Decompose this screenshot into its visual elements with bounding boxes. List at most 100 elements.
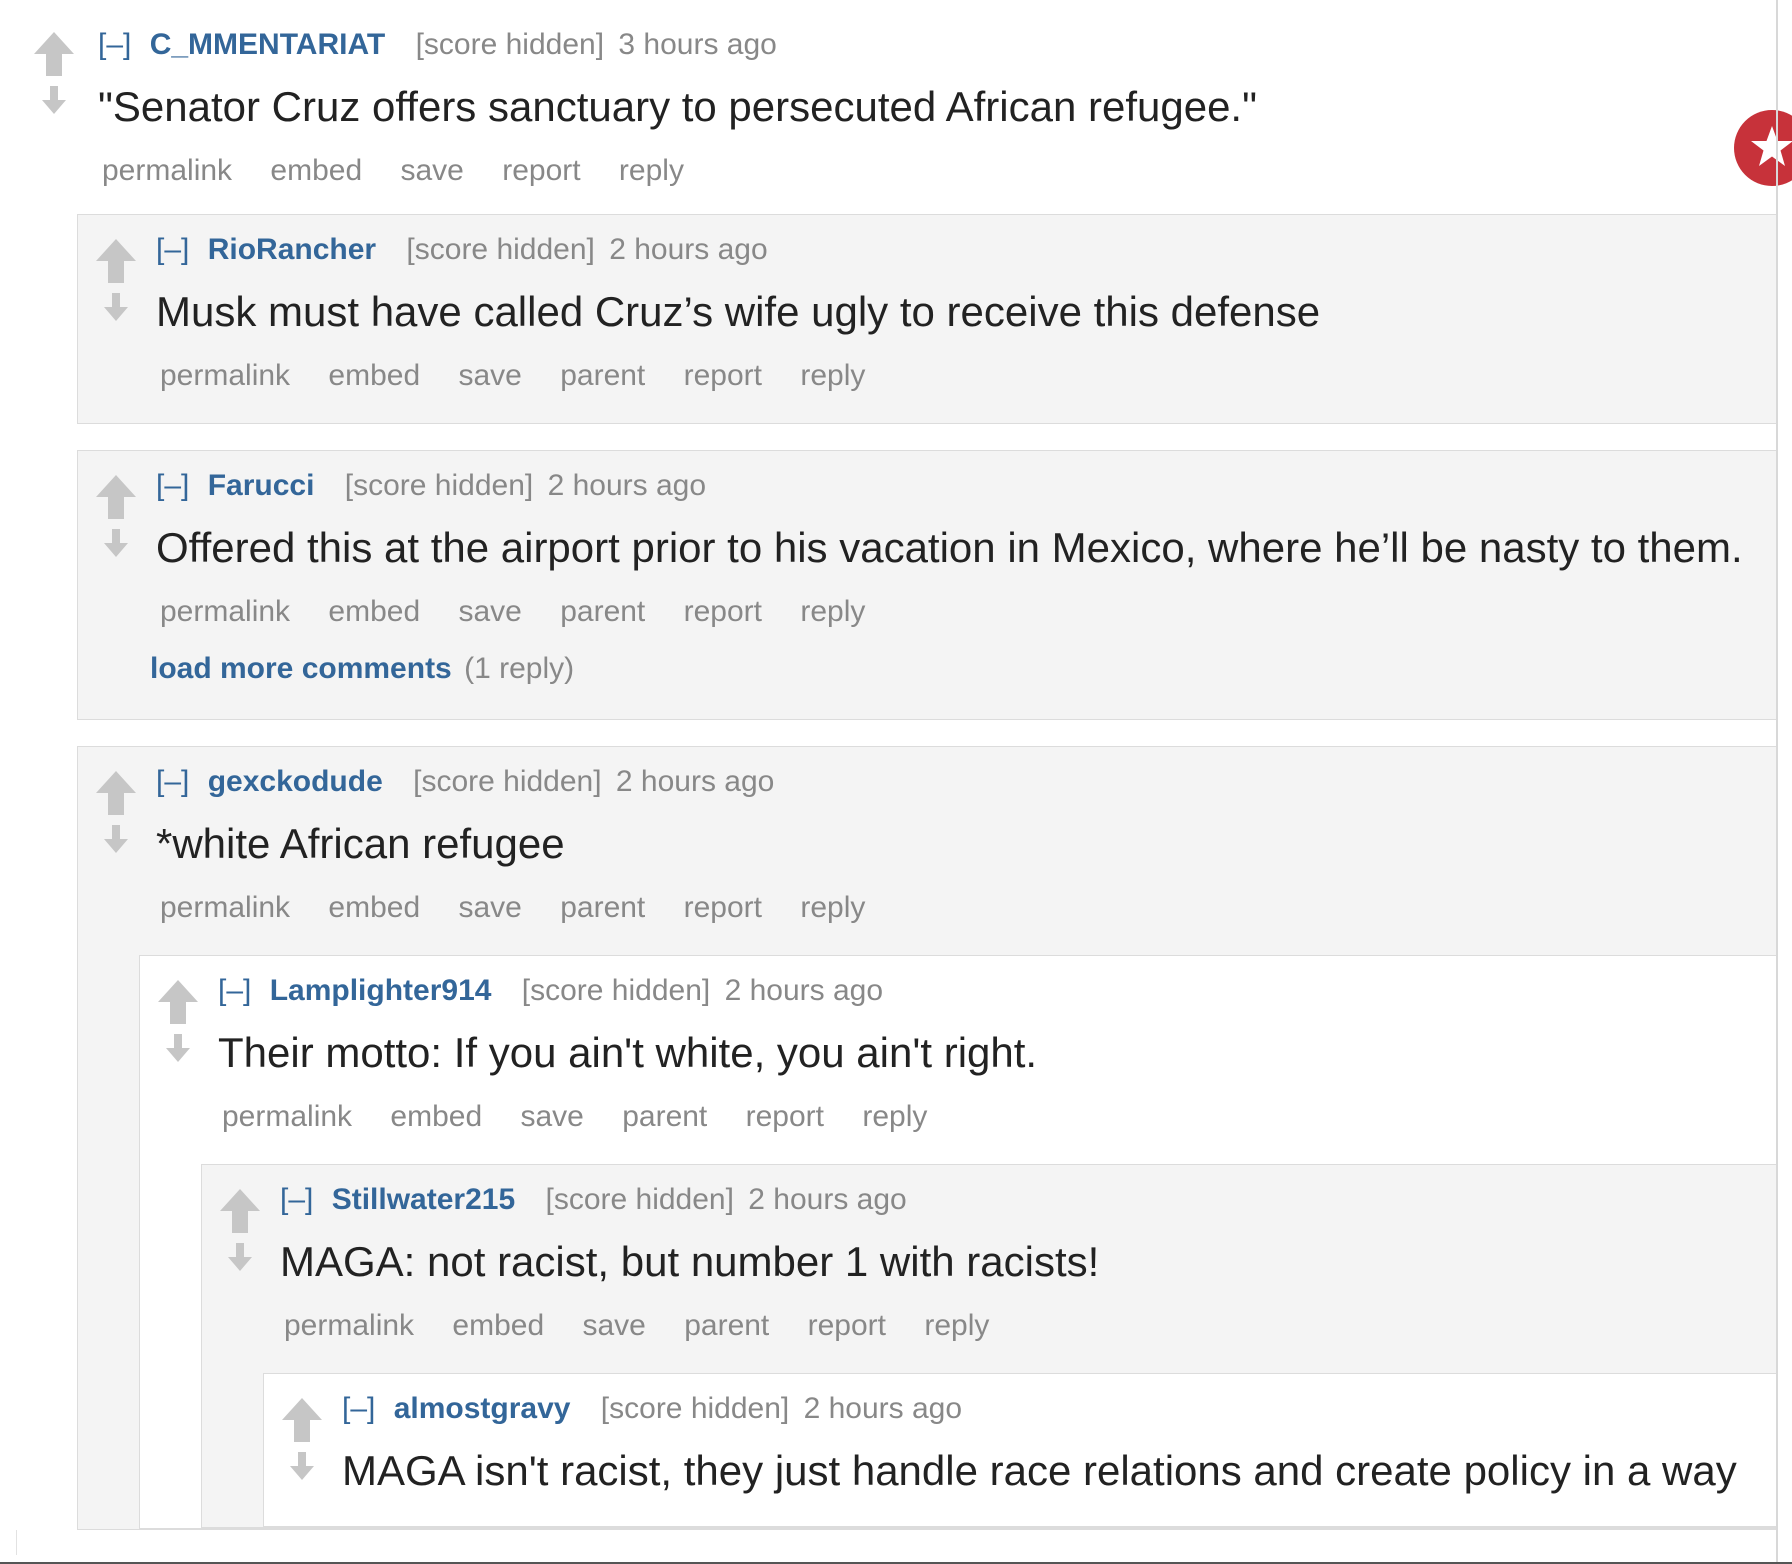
comment-time: 2 hours ago — [547, 469, 707, 502]
comment-entry: [–] Lamplighter914 [score hidden] 2 hour… — [140, 956, 1776, 1164]
upvote-arrow-icon[interactable] — [94, 769, 138, 817]
load-more-comments-link[interactable]: load more comments — [150, 652, 452, 685]
downvote-arrow-icon[interactable] — [40, 84, 68, 116]
comment-author[interactable]: Farucci — [208, 469, 315, 502]
comment-body: MAGA isn't racist, they just handle race… — [342, 1447, 1737, 1494]
comment-time: 2 hours ago — [748, 1183, 907, 1216]
comment-time: 2 hours ago — [609, 233, 768, 266]
comment-tagline: [–] almostgravy [score hidden] 2 hours a… — [342, 1388, 1756, 1430]
permalink-link[interactable]: permalink — [160, 595, 290, 628]
permalink-link[interactable]: permalink — [102, 154, 232, 187]
reply-link[interactable]: reply — [924, 1309, 989, 1342]
comment-entry: [–] almostgravy [score hidden] 2 hours a… — [264, 1374, 1776, 1526]
downvote-arrow-icon[interactable] — [288, 1450, 316, 1482]
comment-actions: permalink embed save parent report reply — [218, 1096, 1756, 1138]
upvote-arrow-icon[interactable] — [280, 1396, 324, 1444]
comment-tagline: [–] gexckodude [score hidden] 2 hours ag… — [156, 761, 1756, 803]
collapse-toggle[interactable]: [–] — [156, 233, 189, 266]
collapse-toggle[interactable]: [–] — [156, 469, 189, 502]
comment-body: Offered this at the airport prior to his… — [156, 524, 1743, 571]
embed-link[interactable]: embed — [452, 1309, 544, 1342]
save-link[interactable]: save — [582, 1309, 645, 1342]
comment-author[interactable]: almostgravy — [394, 1392, 571, 1425]
collapse-toggle[interactable]: [–] — [156, 765, 189, 798]
report-link[interactable]: report — [684, 359, 762, 392]
collapse-toggle[interactable]: [–] — [218, 974, 251, 1007]
collapse-toggle[interactable]: [–] — [98, 28, 131, 61]
parent-link[interactable]: parent — [560, 359, 645, 392]
downvote-arrow-icon[interactable] — [102, 527, 130, 559]
reply-link[interactable]: reply — [800, 359, 865, 392]
save-link[interactable]: save — [400, 154, 463, 187]
comment-entry: [–] C_MMENTARIAT [score hidden] 3 hours … — [16, 6, 1776, 214]
comment-score: [score hidden] — [415, 28, 605, 61]
comment: [–] C_MMENTARIAT [score hidden] 3 hours … — [16, 6, 1776, 1530]
embed-link[interactable]: embed — [390, 1100, 482, 1133]
comment: [–] RioRancher [score hidden] 2 hours ag… — [77, 214, 1776, 424]
comment-author[interactable]: RioRancher — [208, 233, 376, 266]
save-link[interactable]: save — [458, 891, 521, 924]
permalink-link[interactable]: permalink — [160, 891, 290, 924]
comment-author[interactable]: Stillwater215 — [332, 1183, 515, 1216]
upvote-arrow-icon[interactable] — [94, 473, 138, 521]
report-link[interactable]: report — [502, 154, 580, 187]
upvote-arrow-icon[interactable] — [218, 1187, 262, 1235]
comment-time: 2 hours ago — [803, 1392, 963, 1425]
collapse-toggle[interactable]: [–] — [280, 1183, 313, 1216]
save-link[interactable]: save — [458, 359, 521, 392]
upvote-arrow-icon[interactable] — [94, 237, 138, 285]
reply-link[interactable]: reply — [800, 891, 865, 924]
report-link[interactable]: report — [746, 1100, 824, 1133]
embed-link[interactable]: embed — [328, 595, 420, 628]
collapse-toggle[interactable]: [–] — [342, 1392, 375, 1425]
reply-link[interactable]: reply — [862, 1100, 927, 1133]
comment-entry: [–] Farucci [score hidden] 2 hours ago O… — [78, 451, 1776, 653]
comment-actions: permalink embed save parent report reply — [156, 591, 1756, 633]
permalink-link[interactable]: permalink — [222, 1100, 352, 1133]
comment-entry: [–] gexckodude [score hidden] 2 hours ag… — [78, 747, 1776, 955]
comment-body: Musk must have called Cruz’s wife ugly t… — [156, 288, 1321, 335]
permalink-link[interactable]: permalink — [284, 1309, 414, 1342]
parent-link[interactable]: parent — [560, 595, 645, 628]
comment: [–] gexckodude [score hidden] 2 hours ag… — [77, 746, 1776, 1530]
upvote-arrow-icon[interactable] — [156, 978, 200, 1026]
comment-tagline: [–] Farucci [score hidden] 2 hours ago — [156, 465, 1756, 507]
report-link[interactable]: report — [684, 595, 762, 628]
report-link[interactable]: report — [808, 1309, 886, 1342]
upvote-arrow-icon[interactable] — [32, 30, 76, 78]
parent-link[interactable]: parent — [622, 1100, 707, 1133]
embed-link[interactable]: embed — [328, 359, 420, 392]
comment-tagline: [–] RioRancher [score hidden] 2 hours ag… — [156, 229, 1756, 271]
comment-actions: permalink embed save report reply — [98, 150, 1756, 192]
comment-score: [score hidden] — [545, 1183, 734, 1216]
comment: [–] Lamplighter914 [score hidden] 2 hour… — [139, 955, 1776, 1529]
reply-link[interactable]: reply — [800, 595, 865, 628]
comment-entry: [–] Stillwater215 [score hidden] 2 hours… — [202, 1165, 1776, 1373]
more-reply-count: (1 reply) — [464, 652, 575, 685]
comment: [–] Stillwater215 [score hidden] 2 hours… — [201, 1164, 1776, 1528]
reply-link[interactable]: reply — [619, 154, 684, 187]
downvote-arrow-icon[interactable] — [102, 823, 130, 855]
page-edge — [1776, 0, 1778, 1564]
downvote-arrow-icon[interactable] — [226, 1241, 254, 1273]
embed-link[interactable]: embed — [328, 891, 420, 924]
comment-actions: permalink embed save parent report reply — [156, 887, 1756, 929]
permalink-link[interactable]: permalink — [160, 359, 290, 392]
parent-link[interactable]: parent — [684, 1309, 769, 1342]
star-icon — [1751, 126, 1792, 166]
comment-body: MAGA: not racist, but number 1 with raci… — [280, 1238, 1100, 1285]
downvote-arrow-icon[interactable] — [102, 291, 130, 323]
comment-author[interactable]: Lamplighter914 — [270, 974, 492, 1007]
parent-link[interactable]: parent — [560, 891, 645, 924]
save-link[interactable]: save — [458, 595, 521, 628]
downvote-arrow-icon[interactable] — [164, 1032, 192, 1064]
embed-link[interactable]: embed — [270, 154, 362, 187]
report-link[interactable]: report — [684, 891, 762, 924]
comment-author[interactable]: C_MMENTARIAT — [150, 28, 386, 61]
star-badge[interactable] — [1734, 110, 1792, 186]
comment-actions: permalink embed save parent report reply — [280, 1305, 1756, 1347]
comment-body: Their motto: If you ain't white, you ain… — [218, 1029, 1038, 1076]
comment-author[interactable]: gexckodude — [208, 765, 383, 798]
save-link[interactable]: save — [520, 1100, 583, 1133]
comment-time: 2 hours ago — [724, 974, 884, 1007]
